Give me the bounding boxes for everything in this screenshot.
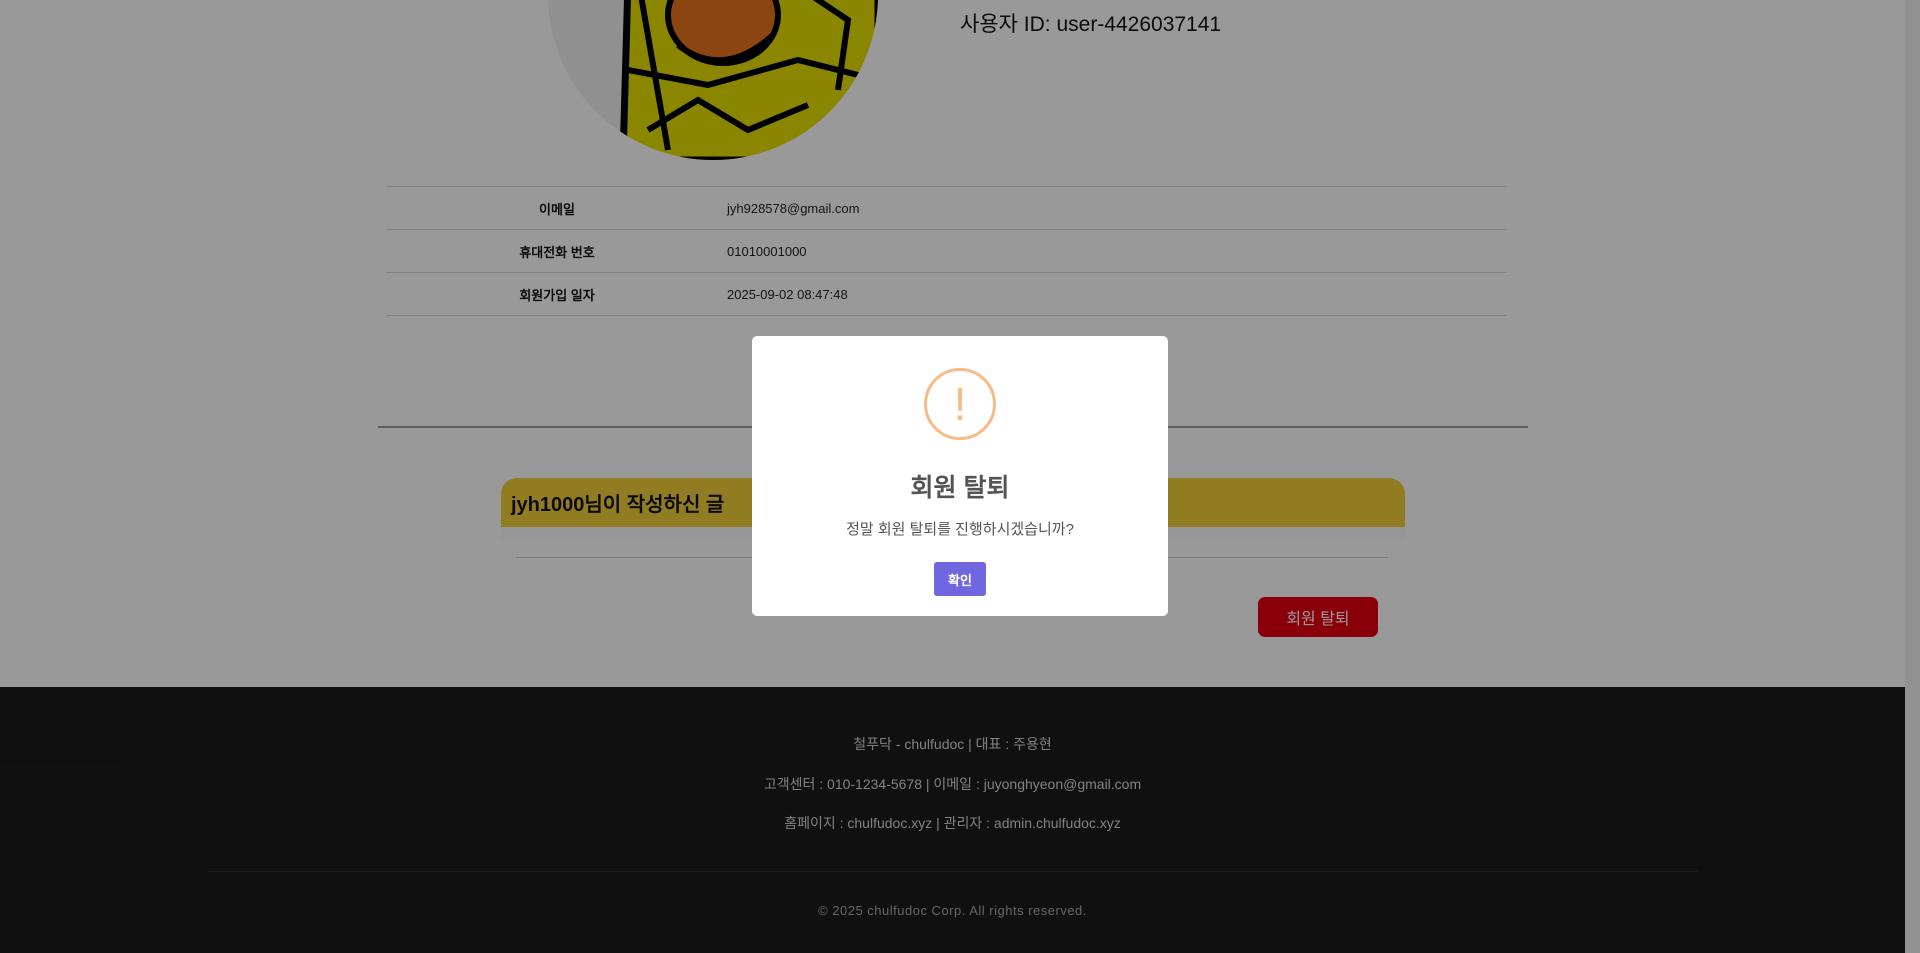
page: 사용자 ID: user-4426037141 이메일 jyh928578@gm… bbox=[0, 0, 1920, 953]
confirm-button[interactable]: 확인 bbox=[934, 562, 986, 596]
dialog-title: 회원 탈퇴 bbox=[910, 474, 1010, 502]
warning-icon: ! bbox=[924, 368, 996, 440]
withdraw-confirm-dialog: ! 회원 탈퇴 정말 회원 탈퇴를 진행하시겠습니까? 확인 bbox=[752, 336, 1168, 616]
dialog-message: 정말 회원 탈퇴를 진행하시겠습니까? bbox=[846, 521, 1074, 538]
